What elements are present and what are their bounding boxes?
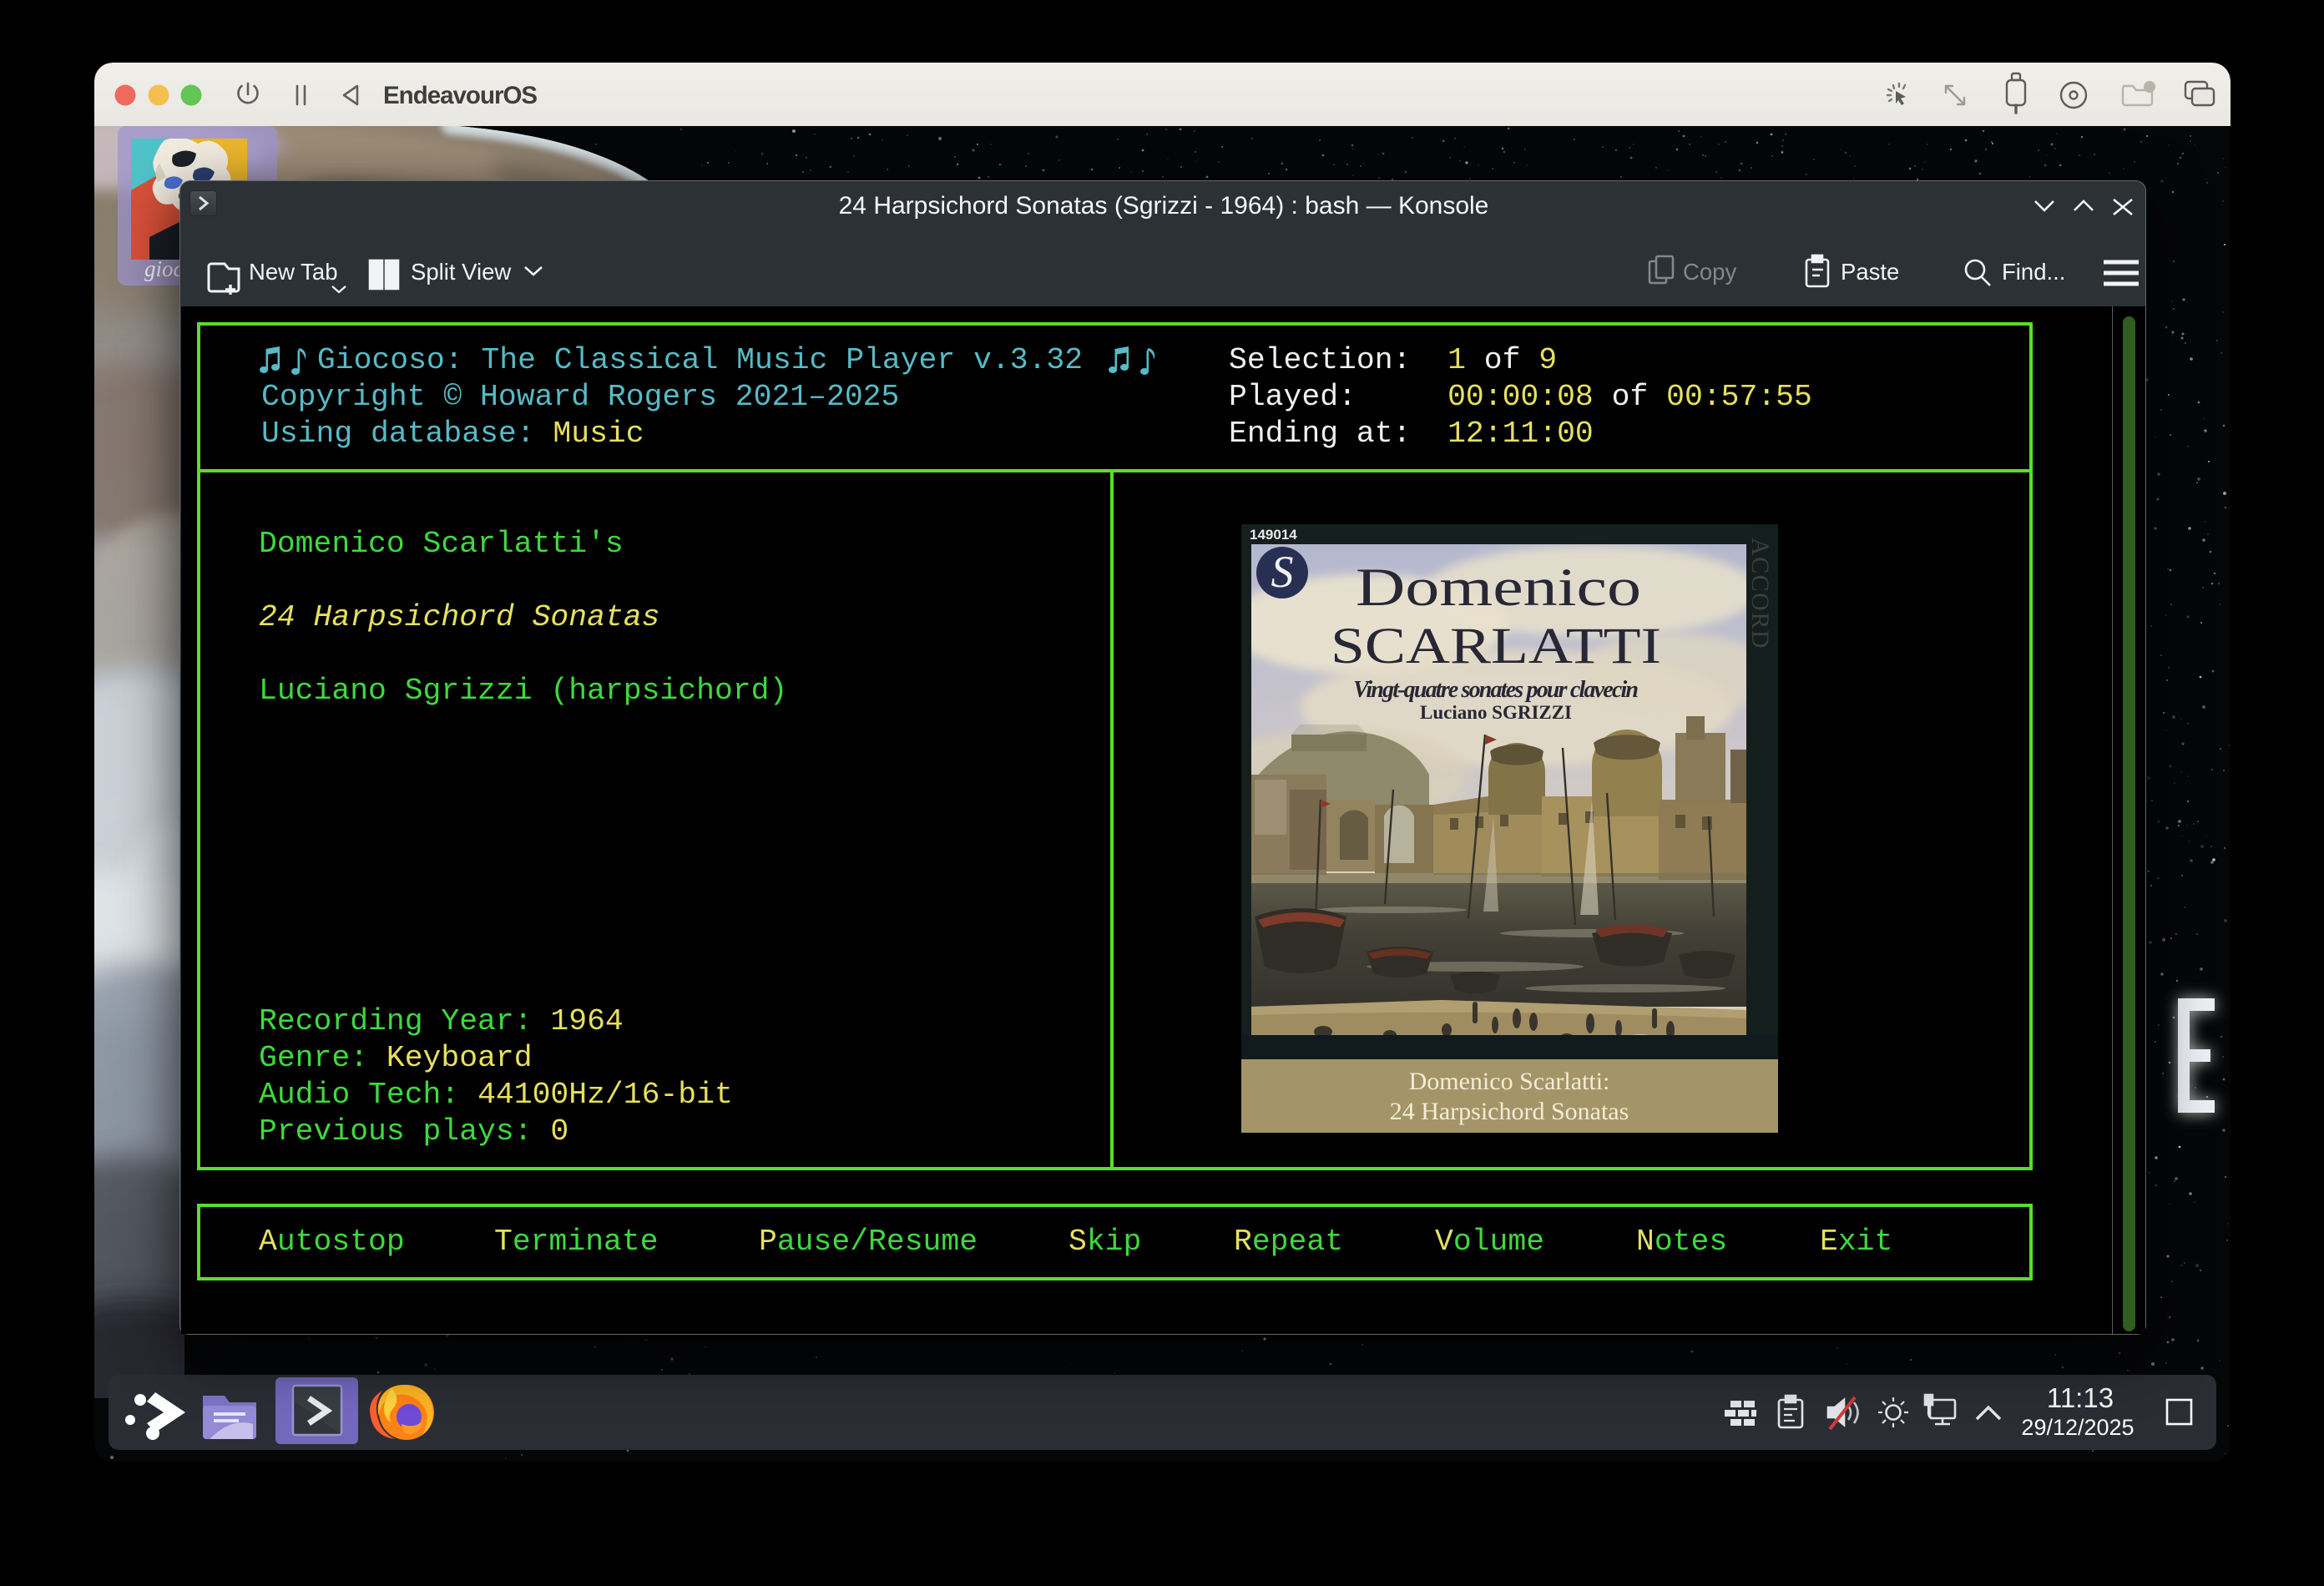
svg-text:Vingt-quatre sonates pour clav: Vingt-quatre sonates pour clavecin (1353, 677, 1639, 703)
svg-text:Find...: Find... (2002, 259, 2065, 285)
svg-text:24 Harpsichord Sonatas: 24 Harpsichord Sonatas (1390, 1098, 1629, 1125)
svg-text:149014: 149014 (1250, 527, 1297, 543)
svg-text:11:13: 11:13 (2047, 1382, 2114, 1413)
svg-text:Paste: Paste (1841, 259, 1899, 285)
svg-text:ACCORD: ACCORD (1746, 538, 1774, 649)
svg-text:SCARLATTI: SCARLATTI (1331, 619, 1661, 674)
svg-text:29/12/2025: 29/12/2025 (2021, 1415, 2134, 1440)
svg-text:S: S (1271, 547, 1294, 597)
svg-text:Luciano SGRIZZI: Luciano SGRIZZI (1420, 702, 1572, 723)
svg-text:Domenico: Domenico (1356, 558, 1641, 618)
svg-text:New Tab: New Tab (249, 259, 338, 285)
svg-text:EndeavourOS: EndeavourOS (383, 82, 537, 109)
svg-text:Domenico Scarlatti:: Domenico Scarlatti: (1409, 1068, 1610, 1095)
svg-text:Copy: Copy (1683, 259, 1736, 285)
svg-text:Split View: Split View (411, 259, 511, 285)
